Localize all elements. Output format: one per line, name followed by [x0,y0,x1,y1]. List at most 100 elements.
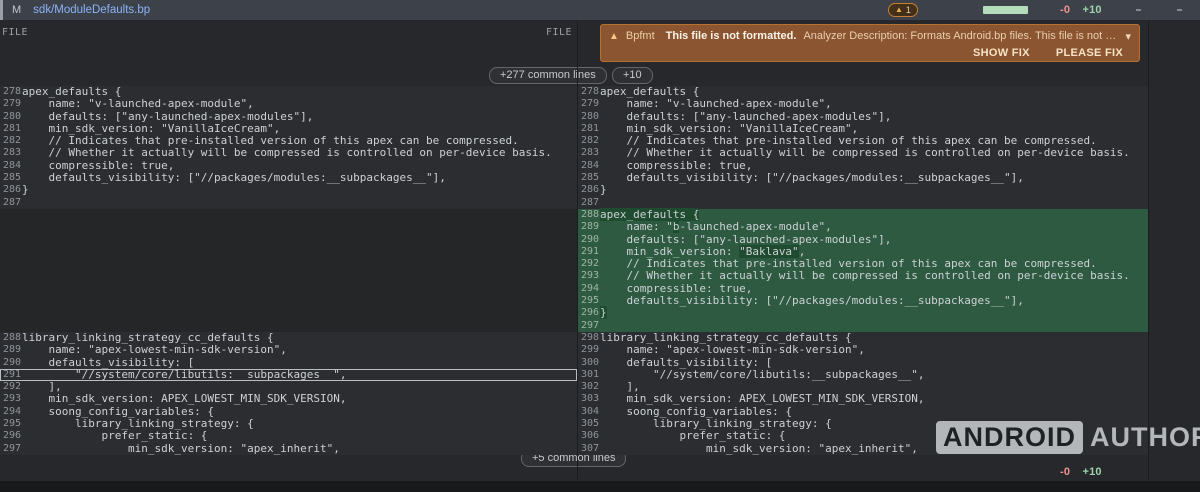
line-number[interactable]: 304 [578,406,600,418]
left-pane-code-block-top: 278apex_defaults {279 name: "v-launched-… [0,86,577,209]
added-count-footer: +10 [1082,466,1101,478]
code-line[interactable]: 279 name: "v-launched-apex-module", [0,98,577,110]
line-number[interactable]: 296 [578,307,600,319]
line-number[interactable]: 279 [0,98,22,110]
line-number[interactable]: 303 [578,393,600,405]
line-number[interactable]: 294 [578,283,600,295]
line-number[interactable]: 298 [578,332,600,344]
left-pane-code-block-bottom: 288library_linking_strategy_cc_defaults … [0,332,577,455]
line-number[interactable]: 284 [0,160,22,172]
progress-bar [983,6,1028,14]
code-line[interactable]: 303 min_sdk_version: APEX_LOWEST_MIN_SDK… [578,393,1148,405]
line-number[interactable]: 292 [578,258,600,270]
line-number[interactable]: 279 [578,98,600,110]
warning-count-chip[interactable]: ▲ 1 [888,3,918,17]
code-line[interactable]: 283 // Whether it actually will be compr… [0,147,577,159]
intraline-diff-highlight: "Baklava" [739,245,799,258]
code-line[interactable]: 293 min_sdk_version: APEX_LOWEST_MIN_SDK… [0,393,577,405]
line-number[interactable]: 293 [578,270,600,282]
expand-common-lines-top-button[interactable]: +277 common lines [489,67,607,84]
code-line[interactable]: 286} [0,184,577,196]
line-number[interactable]: 306 [578,430,600,442]
chevron-down-icon[interactable]: ▾ [1125,30,1131,43]
line-number[interactable]: 284 [578,160,600,172]
show-fix-button[interactable]: SHOW FIX [971,46,1032,60]
code-line[interactable]: 301 "//system/core/libutils:__subpackage… [578,369,1148,381]
line-number[interactable]: 299 [578,344,600,356]
code-line[interactable]: 296} [578,307,1148,319]
code-line[interactable]: 289 name: "apex-lowest-min-sdk-version", [0,344,577,356]
pane-divider [577,20,578,480]
code-line-selected[interactable]: 291 "//system/core/libutils:__subpackage… [0,369,577,381]
line-number[interactable]: 288 [0,332,22,344]
line-number[interactable]: 278 [578,86,600,98]
line-number[interactable]: 302 [578,381,600,393]
scroll-indicator [0,0,3,20]
added-count: +10 [1082,4,1101,16]
code-line[interactable]: 287 [0,197,577,209]
line-number[interactable]: 290 [0,357,22,369]
code-line[interactable]: 286} [578,184,1148,196]
line-number[interactable]: 295 [578,295,600,307]
code-line[interactable]: 295 defaults_visibility: ["//packages/mo… [578,295,1148,307]
overflow-menu-icon[interactable] [1177,9,1182,11]
line-number[interactable]: 282 [0,135,22,147]
line-number[interactable]: 301 [578,369,600,381]
bottom-bar [0,481,1200,492]
code-line[interactable]: 289 name: "b-launched-apex-module", [578,221,1148,233]
line-number[interactable]: 288 [578,209,600,221]
code-line[interactable]: 279 name: "v-launched-apex-module", [578,98,1148,110]
file-path-link[interactable]: sdk/ModuleDefaults.bp [33,4,150,16]
code-line[interactable]: 285 defaults_visibility: ["//packages/mo… [578,172,1148,184]
line-number[interactable]: 291 [578,246,600,258]
line-number[interactable]: 305 [578,418,600,430]
line-number[interactable]: 280 [578,111,600,123]
line-number[interactable]: 290 [578,234,600,246]
line-number[interactable]: 287 [0,197,22,209]
line-number[interactable]: 286 [578,184,600,196]
code-line[interactable]: 296 prefer_static: { [0,430,577,442]
line-number[interactable]: 281 [0,123,22,135]
please-fix-button[interactable]: PLEASE FIX [1054,46,1125,60]
line-number[interactable]: 297 [0,443,22,455]
line-number[interactable]: 294 [0,406,22,418]
code-line[interactable]: 283 // Whether it actually will be compr… [578,147,1148,159]
line-number[interactable]: 300 [578,357,600,369]
code-line[interactable]: 299 name: "apex-lowest-min-sdk-version", [578,344,1148,356]
code-line[interactable]: 285 defaults_visibility: ["//packages/mo… [0,172,577,184]
line-number[interactable]: 307 [578,443,600,455]
line-number[interactable]: 283 [578,147,600,159]
code-line[interactable]: 293 // Whether it actually will be compr… [578,270,1148,282]
line-number[interactable]: 297 [578,320,600,332]
code-text: name: "apex-lowest-min-sdk-version", [600,344,865,356]
line-number[interactable]: 293 [0,393,22,405]
file-label-left: FILE [2,27,28,38]
line-number[interactable]: 286 [0,184,22,196]
line-number[interactable]: 296 [0,430,22,442]
modified-status-badge: M [12,4,21,16]
line-number[interactable]: 280 [0,111,22,123]
expand-plus10-button[interactable]: +10 [612,67,653,84]
scrollbar-thumb[interactable] [1136,9,1141,11]
warning-count: 1 [906,5,911,15]
line-number[interactable]: 289 [578,221,600,233]
line-number[interactable]: 287 [578,197,600,209]
intraline-diff-highlight: b [673,220,680,233]
removed-count-footer: -0 [1060,466,1070,478]
line-number[interactable]: 281 [578,123,600,135]
line-number[interactable]: 285 [578,172,600,184]
code-text: "//system/core/libutils:__subpackages__"… [22,369,347,381]
line-number[interactable]: 291 [0,369,22,381]
code-text: min_sdk_version: "apex_inherit", [600,443,918,455]
right-pane-added-block: 288apex_defaults {289 name: "b-launched-… [578,209,1148,332]
code-text: // Whether it actually will be compresse… [600,270,1130,282]
line-number[interactable]: 285 [0,172,22,184]
line-number[interactable]: 292 [0,381,22,393]
line-number[interactable]: 282 [578,135,600,147]
line-number[interactable]: 289 [0,344,22,356]
line-number[interactable]: 283 [0,147,22,159]
code-line[interactable]: 297 min_sdk_version: "apex_inherit", [0,443,577,455]
line-number[interactable]: 295 [0,418,22,430]
code-text: min_sdk_version: APEX_LOWEST_MIN_SDK_VER… [22,393,347,405]
line-number[interactable]: 278 [0,86,22,98]
